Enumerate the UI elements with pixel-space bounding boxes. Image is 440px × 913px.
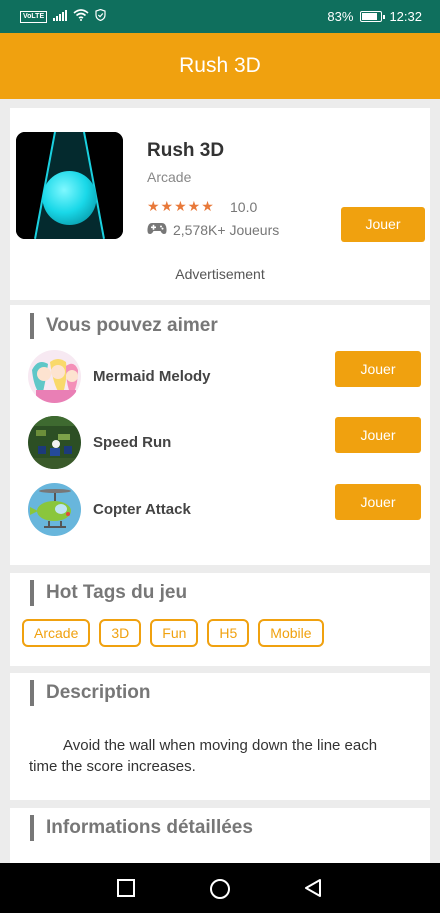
- clock: 12:32: [389, 9, 422, 24]
- section-title-text: Vous pouvez aimer: [46, 315, 218, 336]
- recommend-section: Vous pouvez aimer Mermaid Melody Jouer S…: [10, 305, 430, 565]
- section-title: Informations détaillées: [30, 815, 253, 841]
- app-bar: Rush 3D: [0, 33, 440, 99]
- battery-percent: 83%: [327, 9, 354, 24]
- status-bar: VoLTE 83% 12:32: [0, 0, 440, 33]
- rating-value: 10.0: [230, 199, 258, 215]
- list-item[interactable]: Speed Run Jouer: [10, 416, 430, 470]
- game-name: Mermaid Melody: [93, 368, 211, 385]
- game-thumbnail[interactable]: [28, 483, 81, 536]
- list-item[interactable]: Mermaid Melody Jouer: [10, 350, 430, 404]
- play-button[interactable]: Jouer: [335, 484, 421, 520]
- play-button[interactable]: Jouer: [335, 351, 421, 387]
- home-icon[interactable]: [209, 878, 231, 905]
- section-bar: [30, 580, 34, 606]
- wifi-icon: [73, 9, 89, 24]
- tag-chip[interactable]: Arcade: [22, 619, 91, 647]
- section-title-text: Hot Tags du jeu: [46, 582, 188, 603]
- game-thumbnail[interactable]: [28, 416, 81, 469]
- list-item[interactable]: Copter Attack Jouer: [10, 483, 430, 537]
- section-title: Hot Tags du jeu: [30, 580, 187, 606]
- info-section: Informations détaillées: [10, 808, 430, 863]
- section-bar: [30, 815, 34, 841]
- game-name: Speed Run: [93, 434, 172, 451]
- volte-badge: VoLTE: [20, 10, 48, 23]
- shield-icon: [95, 8, 106, 24]
- gamepad-icon: [147, 222, 167, 238]
- players-count: 2,578K+ Joueurs: [147, 222, 279, 238]
- play-button[interactable]: Jouer: [341, 207, 425, 242]
- game-card: Rush 3D Arcade ★★★★★ 10.0 2,578K+ Joueur…: [10, 108, 430, 300]
- section-bar: [30, 680, 34, 706]
- tags-section: Hot Tags du jeu Arcade 3D Fun H5 Mobile: [10, 573, 430, 666]
- tag-chip[interactable]: 3D: [99, 619, 142, 647]
- system-nav-bar: [0, 863, 440, 913]
- section-title-text: Informations détaillées: [46, 817, 253, 838]
- battery-icon: [360, 11, 386, 22]
- description-section: Description Avoid the wall when moving d…: [10, 673, 430, 800]
- advertisement-label: Advertisement: [175, 266, 265, 282]
- game-title: Rush 3D: [147, 140, 225, 161]
- section-title: Description: [30, 680, 151, 706]
- description-text: Avoid the wall when moving down the line…: [29, 737, 378, 775]
- section-title: Vous pouvez aimer: [30, 313, 218, 339]
- game-cover-image[interactable]: [16, 132, 123, 239]
- game-category: Arcade: [147, 169, 192, 185]
- game-name: Copter Attack: [93, 501, 191, 518]
- page-title: Rush 3D: [179, 54, 261, 77]
- section-title-text: Description: [46, 682, 151, 703]
- back-icon[interactable]: [303, 878, 323, 903]
- tag-list: Arcade 3D Fun H5 Mobile: [22, 619, 324, 647]
- rating-stars: ★★★★★: [147, 198, 215, 214]
- game-thumbnail[interactable]: [28, 350, 81, 403]
- tag-chip[interactable]: H5: [207, 619, 250, 647]
- recents-icon[interactable]: [116, 878, 136, 903]
- tag-chip[interactable]: Mobile: [258, 619, 324, 647]
- tag-chip[interactable]: Fun: [150, 619, 199, 647]
- signal-icon: [53, 9, 68, 24]
- play-button[interactable]: Jouer: [335, 417, 421, 453]
- section-bar: [30, 313, 34, 339]
- players-label: 2,578K+ Joueurs: [173, 222, 280, 238]
